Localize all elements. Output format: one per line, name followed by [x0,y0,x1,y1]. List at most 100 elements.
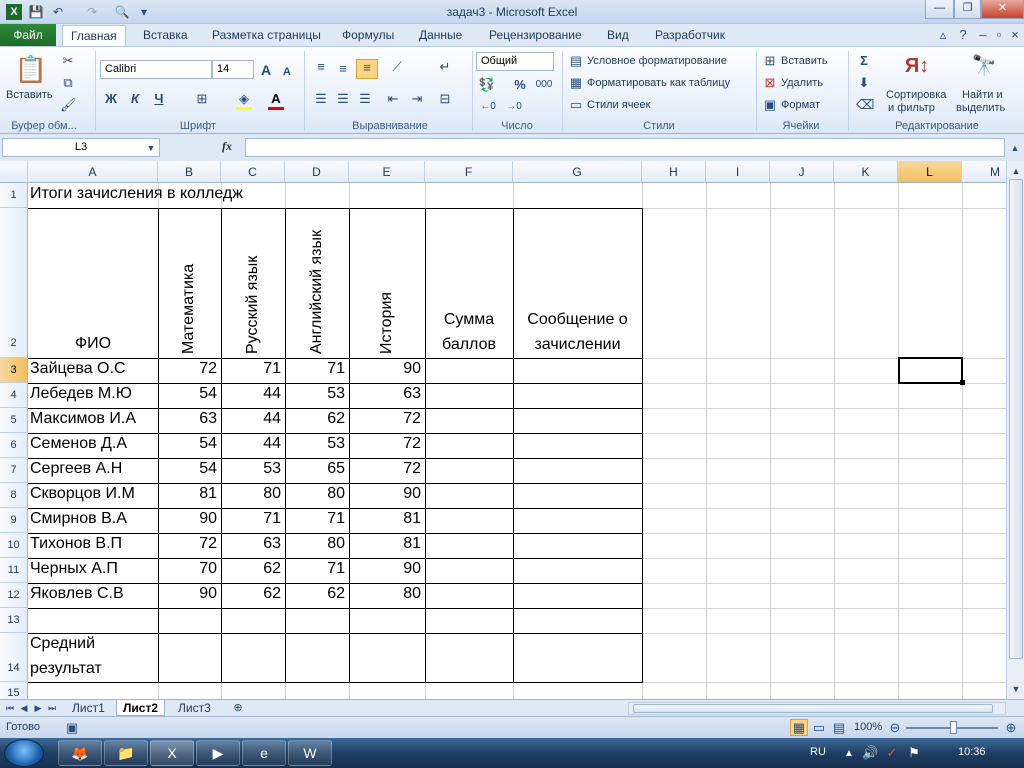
column-header-g[interactable]: G [513,161,642,183]
clear-icon[interactable]: ⌫ [856,97,874,113]
tab-review[interactable]: Рецензирование [489,28,582,42]
score-cell[interactable]: 90 [349,560,425,578]
find-select-label-2[interactable]: выделить [956,102,1005,114]
column-header-j[interactable]: J [770,161,834,183]
normal-view-icon[interactable]: ▦ [790,719,808,736]
sheet-tab-1[interactable]: Лист1 [66,700,111,716]
selected-cell-l3[interactable] [898,357,963,384]
currency-icon[interactable]: 💱 [478,77,496,93]
delete-cells-button[interactable]: Удалить [781,77,823,89]
font-size-box[interactable]: 14 [212,60,254,79]
excel-taskbar-icon[interactable]: X [150,740,194,766]
align-middle-icon[interactable]: ≡ [334,61,352,77]
row-header-10[interactable]: 10 [0,533,28,558]
tab-formulas[interactable]: Формулы [342,28,394,42]
row-header-7[interactable]: 7 [0,458,28,483]
tab-home[interactable]: Главная [62,25,126,47]
score-cell[interactable]: 71 [285,560,349,578]
row-header-4[interactable]: 4 [0,383,28,408]
name-box-dropdown-icon[interactable]: ▼ [146,140,156,156]
start-button[interactable] [4,739,44,767]
column-header-e[interactable]: E [349,161,425,183]
average-label-line1[interactable]: Средний [30,635,95,653]
underline-button[interactable]: Ч [152,91,166,107]
zoom-slider-thumb[interactable] [950,721,957,734]
student-name-cell[interactable]: Сергеев А.Н [30,460,122,478]
score-cell[interactable]: 62 [221,560,285,578]
score-cell[interactable]: 81 [349,535,425,553]
page-layout-view-icon[interactable]: ▭ [810,720,828,736]
find-select-icon[interactable]: 🔭 [968,51,1000,81]
score-cell[interactable]: 71 [221,510,285,528]
merge-center-icon[interactable]: ⊟ [436,91,454,107]
horizontal-scrollbar[interactable] [628,702,1006,715]
media-player-icon[interactable]: ▶ [196,740,240,766]
format-painter-icon[interactable]: 🖌 [60,97,77,113]
select-all-corner[interactable] [0,161,28,183]
scroll-up-icon[interactable]: ▲ [1009,163,1023,179]
increase-decimal-icon[interactable]: ←0 [478,99,498,115]
macro-record-icon[interactable]: ▣ [64,720,80,736]
score-cell[interactable]: 71 [221,360,285,378]
borders-icon[interactable]: ⊞ [194,91,210,107]
score-cell[interactable]: 54 [158,435,221,453]
score-cell[interactable]: 70 [158,560,221,578]
word-taskbar-icon[interactable]: W [288,740,332,766]
insert-cells-button[interactable]: Вставить [781,55,828,67]
copy-icon[interactable]: ⧉ [60,75,76,91]
score-cell[interactable]: 44 [221,435,285,453]
sheet-tab-3[interactable]: Лист3 [172,700,217,716]
score-cell[interactable]: 80 [285,535,349,553]
row-header-6[interactable]: 6 [0,433,28,458]
first-sheet-icon[interactable]: ⏮ [4,700,16,716]
score-cell[interactable]: 53 [221,460,285,478]
scroll-thumb[interactable] [1009,179,1023,659]
row-header-5[interactable]: 5 [0,408,28,433]
score-cell[interactable]: 54 [158,385,221,403]
zoom-out-icon[interactable]: ⊖ [888,720,902,736]
tab-view[interactable]: Вид [607,28,629,42]
row-header-2[interactable]: 2 [0,208,28,358]
find-select-label-1[interactable]: Найти и [962,89,1003,101]
student-name-cell[interactable]: Смирнов В.А [30,510,127,528]
prev-sheet-icon[interactable]: ◀ [18,700,30,716]
header-sum-line2[interactable]: баллов [425,336,513,354]
tab-page-layout[interactable]: Разметка страницы [212,28,321,42]
score-cell[interactable]: 80 [285,485,349,503]
decrease-indent-icon[interactable]: ⇤ [384,91,402,107]
format-as-table-button[interactable]: Форматировать как таблицу [587,77,730,89]
tab-file[interactable]: Файл [0,24,56,46]
expand-formula-bar-icon[interactable]: ▲ [1008,140,1022,156]
name-box[interactable]: L3 [2,138,160,157]
student-name-cell[interactable]: Черных А.П [30,560,118,578]
student-name-cell[interactable]: Лебедев М.Ю [30,385,132,403]
column-header-l[interactable]: L [898,161,962,183]
grow-font-button[interactable]: A [258,62,274,78]
italic-button[interactable]: К [128,91,142,107]
row-header-12[interactable]: 12 [0,583,28,608]
decrease-decimal-icon[interactable]: →0 [504,99,524,115]
score-cell[interactable]: 53 [285,385,349,403]
cut-icon[interactable]: ✂ [60,53,76,69]
score-cell[interactable]: 90 [158,510,221,528]
wrap-text-icon[interactable]: ↵ [436,59,454,75]
font-color-icon[interactable]: A [268,91,284,110]
row-header-13[interactable]: 13 [0,608,28,633]
increase-indent-icon[interactable]: ⇥ [408,91,426,107]
bold-button[interactable]: Ж [104,91,118,107]
student-name-cell[interactable]: Скворцов И.М [30,485,135,503]
row-header-15[interactable]: 15 [0,682,28,699]
header-math-cell[interactable]: Математика [180,264,198,354]
row-header-1[interactable]: 1 [0,183,28,208]
vertical-scrollbar[interactable]: ▲ ▼ [1006,161,1024,699]
workbook-minimize-icon[interactable]: – [976,27,990,43]
close-button[interactable]: ✕ [981,0,1024,19]
header-sum-line1[interactable]: Сумма [425,311,513,329]
sort-filter-label-1[interactable]: Сортировка [886,89,946,101]
score-cell[interactable]: 63 [158,410,221,428]
column-header-c[interactable]: C [221,161,285,183]
language-indicator[interactable]: RU [810,746,826,758]
student-name-cell[interactable]: Максимов И.А [30,410,136,428]
minimize-button[interactable]: — [925,0,954,19]
horizontal-scroll-thumb[interactable] [633,704,993,713]
